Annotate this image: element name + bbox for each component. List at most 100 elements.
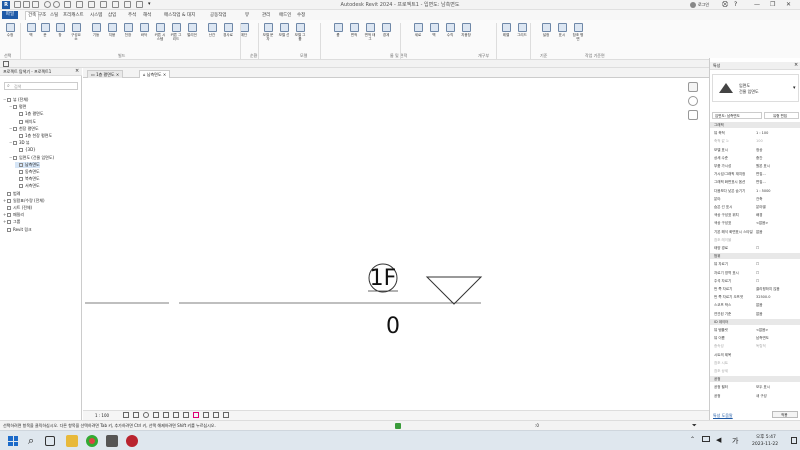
property-value[interactable]: 1 : 5000: [756, 188, 771, 194]
ribbon-button-4[interactable]: 구성요소: [70, 23, 82, 41]
property-row[interactable]: 축척 값 1: 100: [710, 138, 800, 144]
property-row[interactable]: 뷰 축척 1 : 100: [710, 130, 800, 136]
view-cube-icon[interactable]: [688, 82, 698, 92]
ribbon-panel-label-7[interactable]: 작업 기준면: [585, 53, 605, 59]
level-elevation-label[interactable]: 0: [381, 314, 405, 339]
ribbon-panel-label-5[interactable]: 개구부: [478, 53, 489, 59]
ribbon-button-26[interactable]: 레벨: [500, 23, 512, 37]
file-explorer-icon[interactable]: [66, 435, 78, 447]
qat-open-icon[interactable]: [14, 1, 21, 8]
qat-text-icon[interactable]: [88, 1, 95, 8]
ribbon-panel-label-3[interactable]: 모델: [300, 53, 307, 59]
temp-hide-icon[interactable]: [183, 412, 189, 418]
zoom-icon[interactable]: [688, 110, 698, 120]
ribbon-button-12[interactable]: 난간: [206, 23, 218, 37]
property-value[interactable]: 32500.0: [756, 294, 770, 300]
detail-level-icon[interactable]: [123, 412, 129, 418]
browser-tree-item[interactable]: − 입면도 (건물 입면도): [9, 155, 54, 161]
ribbon-button-13[interactable]: 경사로: [222, 23, 234, 37]
property-row[interactable]: 시트의 제목: [710, 352, 800, 358]
property-value[interactable]: ☐: [756, 270, 759, 276]
property-row[interactable]: 그래픽 화면표시 옵션 편집...: [710, 179, 800, 185]
close-button[interactable]: ✕: [786, 1, 791, 8]
edit-type-button[interactable]: 유형 편집: [764, 112, 799, 119]
user-icon[interactable]: [690, 2, 696, 8]
qat-measure-icon[interactable]: [76, 1, 83, 8]
qat-redo-icon[interactable]: [53, 1, 60, 8]
property-value[interactable]: 분야별: [756, 204, 766, 210]
ribbon-panel-label-4[interactable]: 룸 및 면적: [390, 53, 407, 59]
taskbar-date[interactable]: 2023-11-22: [752, 442, 778, 447]
ribbon-button-29[interactable]: 표시: [556, 23, 568, 37]
property-value[interactable]: 정상: [756, 147, 762, 153]
property-section[interactable]: 그래픽: [710, 122, 800, 128]
steering-wheel-icon[interactable]: [688, 96, 698, 106]
maximize-button[interactable]: ❐: [770, 1, 775, 8]
property-row[interactable]: 참조 시트: [710, 360, 800, 366]
instance-selector[interactable]: 입면도: 남측면도: [712, 112, 762, 119]
property-value[interactable]: ☐: [756, 278, 759, 284]
revit-logo-icon[interactable]: R: [2, 1, 10, 9]
visual-style-icon[interactable]: [133, 412, 139, 418]
file-tab[interactable]: 파일: [2, 11, 18, 19]
property-value[interactable]: 1 : 100: [756, 130, 768, 136]
property-row[interactable]: 기본 해석 화면표시 스타일 없음: [710, 229, 800, 235]
browser-tree-item[interactable]: + 일람표/수량 (전체): [3, 198, 45, 204]
ribbon-tab-10[interactable]: 뷰: [245, 12, 249, 18]
ribbon-tab-8[interactable]: 매스작업 & 대지: [164, 12, 195, 18]
qat-sync-icon[interactable]: [32, 1, 39, 8]
ribbon-button-18[interactable]: 룸: [332, 23, 344, 37]
ribbon-button-28[interactable]: 설정: [540, 23, 552, 37]
ribbon-button-0[interactable]: 수정: [4, 23, 16, 37]
property-section[interactable]: ID 데이터: [710, 318, 800, 325]
ribbon-tab-9[interactable]: 공동작업: [210, 12, 227, 18]
shadows-icon[interactable]: [153, 412, 159, 418]
property-row[interactable]: 공정 필터 모두 표시: [710, 384, 800, 390]
ribbon-panel-label-1[interactable]: 빌드: [118, 53, 125, 59]
windows-start-icon[interactable]: [8, 436, 18, 446]
qat-save-icon[interactable]: [23, 1, 30, 8]
level-name-label[interactable]: 1F: [367, 266, 399, 291]
property-row[interactable]: 태양 경로 ☐: [710, 245, 800, 251]
property-row[interactable]: 먼 쪽 자르기 오프셋 32500.0: [710, 294, 800, 300]
ribbon-button-30[interactable]: 참조 평면: [572, 23, 584, 41]
property-row[interactable]: 색상 구성표 위치 배경: [710, 212, 800, 218]
browser-tree-item[interactable]: 시트 (전체): [3, 205, 32, 211]
close-tab-icon[interactable]: ×: [162, 72, 166, 77]
browser-tree-item[interactable]: − 평면: [9, 104, 26, 110]
browser-search-field[interactable]: ⌕ 검색: [4, 82, 78, 90]
browser-tree-item[interactable]: 1층 천장 평면도: [15, 133, 52, 139]
ribbon-tab-2[interactable]: 스틸: [50, 12, 58, 18]
property-row[interactable]: 상세 수준 중간: [710, 155, 800, 161]
property-row[interactable]: 뷰 자르기 ☐: [710, 261, 800, 267]
apply-button[interactable]: 적용: [772, 411, 798, 418]
browser-tree-item[interactable]: 1층 평면도: [15, 111, 44, 117]
ribbon-button-21[interactable]: 경계: [380, 23, 392, 37]
browser-tree-item[interactable]: + 그룹: [3, 219, 20, 225]
workset-icon[interactable]: [395, 423, 401, 429]
property-row[interactable]: 뷰 템플릿 <없음>: [710, 327, 800, 333]
qat-3d-icon[interactable]: [100, 1, 107, 8]
property-row[interactable]: 주석 자르기 ☐: [710, 278, 800, 284]
cart-icon[interactable]: ⛒: [722, 1, 728, 9]
tray-chevron-icon[interactable]: ⌃: [690, 436, 695, 443]
ribbon-tab-3[interactable]: 프리캐스트: [63, 12, 84, 18]
sun-path-icon[interactable]: [143, 412, 149, 418]
ribbon-button-20[interactable]: 면적 태그: [364, 23, 376, 41]
taskbar-time[interactable]: 오후 5:47: [756, 434, 776, 440]
ribbon-button-7[interactable]: 천장: [122, 23, 134, 37]
browser-tree-item[interactable]: 배치도: [15, 119, 36, 125]
ribbon-button-23[interactable]: 벽: [428, 23, 440, 37]
elevation-marker-triangle[interactable]: [425, 276, 483, 305]
browser-tree-item[interactable]: 남측면도: [15, 161, 40, 168]
property-row[interactable]: 종속성 독립적: [710, 343, 800, 349]
property-value[interactable]: 독립적: [756, 343, 766, 349]
property-value[interactable]: 중간: [756, 155, 762, 161]
ribbon-tab-13[interactable]: 수정: [297, 12, 305, 18]
close-icon[interactable]: ×: [794, 62, 798, 68]
ribbon-button-19[interactable]: 면적: [348, 23, 360, 37]
property-row[interactable]: 모델 표시 정상: [710, 147, 800, 153]
type-selector[interactable]: 입면도 건물 입면도 ▾: [712, 74, 799, 102]
browser-tree-item[interactable]: − 천장 평면도: [9, 126, 39, 132]
property-value[interactable]: <없음>: [756, 327, 768, 333]
